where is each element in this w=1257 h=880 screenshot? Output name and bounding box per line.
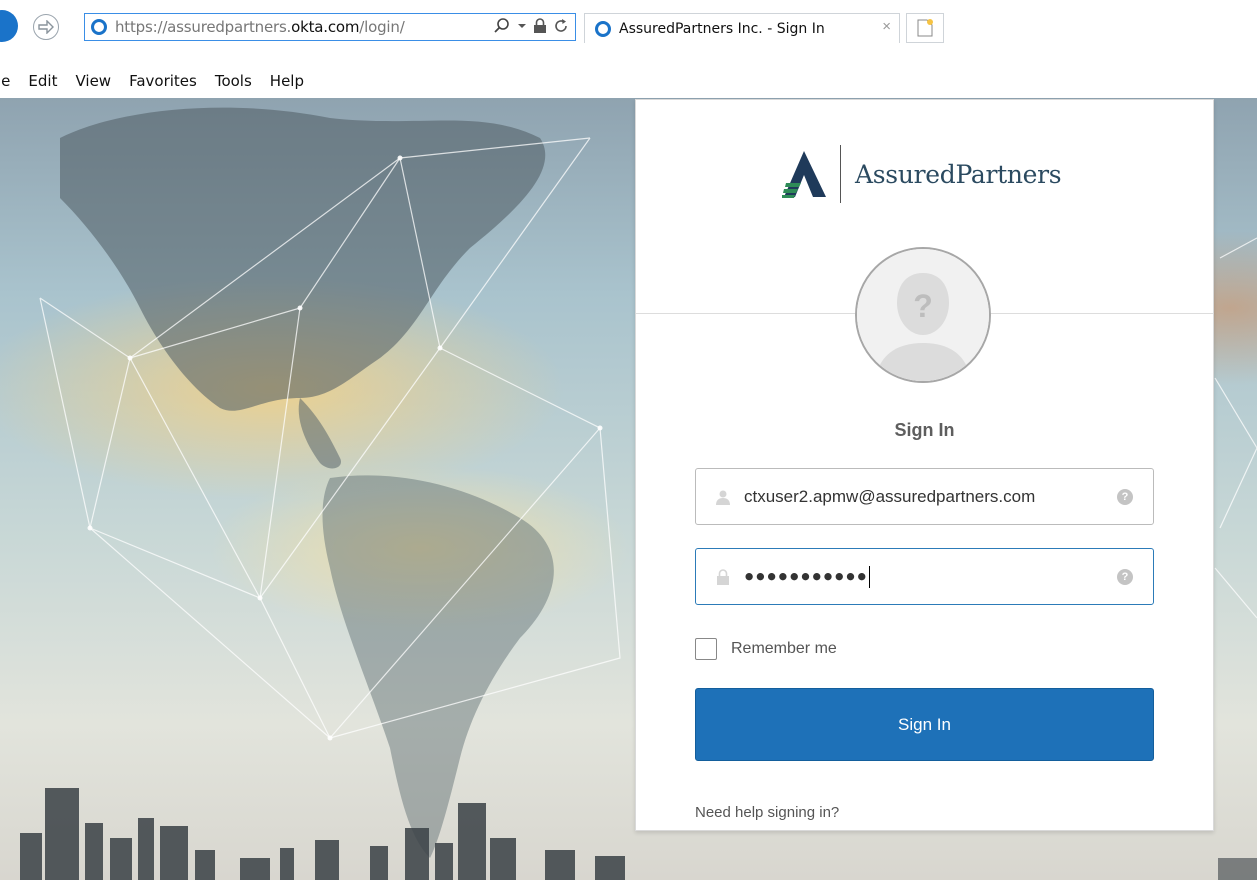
menu-help[interactable]: Help	[270, 72, 304, 90]
username-value: ctxuser2.apmw@assuredpartners.com	[744, 486, 1036, 506]
assuredpartners-logo: AssuredPartners	[782, 145, 1062, 203]
menu-bar: le Edit View Favorites Tools Help	[0, 64, 1257, 98]
browser-chrome: https://assuredpartners.okta.com/login/ …	[0, 0, 1257, 62]
menu-view[interactable]: View	[75, 72, 111, 90]
avatar-question-mark: ?	[913, 288, 933, 324]
remember-me[interactable]: Remember me	[695, 638, 837, 660]
menu-favorites[interactable]: Favorites	[129, 72, 197, 90]
forward-arrow-icon	[38, 20, 54, 34]
back-button[interactable]	[0, 10, 18, 42]
remember-me-checkbox[interactable]	[695, 638, 717, 660]
password-field[interactable]: ●●●●●●●●●●● ?	[695, 548, 1154, 605]
username-help-icon[interactable]: ?	[1117, 489, 1133, 505]
new-tab-button[interactable]	[906, 13, 944, 43]
url-text: https://assuredpartners.okta.com/login/	[115, 18, 405, 36]
password-value: ●●●●●●●●●●●	[744, 565, 870, 588]
tab-active[interactable]: AssuredPartners Inc. - Sign In ×	[584, 13, 900, 43]
sign-in-card: AssuredPartners ? Sign In ctxuser2.apmw@…	[635, 99, 1214, 831]
user-avatar: ?	[855, 247, 991, 383]
lock-icon[interactable]	[533, 18, 547, 34]
assuredpartners-logo-mark	[782, 151, 826, 198]
dropdown-icon[interactable]	[517, 21, 527, 31]
okta-favicon	[595, 20, 611, 37]
close-tab-icon[interactable]: ×	[882, 18, 891, 35]
lock-icon	[717, 568, 729, 585]
logo-text: AssuredPartners	[855, 159, 1062, 189]
text-caret	[868, 565, 870, 588]
remember-me-label[interactable]: Remember me	[731, 640, 837, 658]
address-bar[interactable]: https://assuredpartners.okta.com/login/	[84, 13, 576, 41]
menu-file[interactable]: le	[0, 72, 10, 90]
password-help-icon[interactable]: ?	[1117, 569, 1133, 585]
forward-button[interactable]	[33, 14, 59, 40]
new-tab-icon	[917, 19, 933, 37]
user-icon	[716, 490, 730, 505]
sign-in-button[interactable]: Sign In	[695, 688, 1154, 761]
menu-edit[interactable]: Edit	[28, 72, 57, 90]
unknown-user-icon: ?	[857, 249, 989, 381]
help-signing-in-link[interactable]: Need help signing in?	[695, 804, 839, 821]
refresh-icon[interactable]	[553, 18, 569, 34]
username-field[interactable]: ctxuser2.apmw@assuredpartners.com ?	[695, 468, 1154, 525]
menu-tools[interactable]: Tools	[215, 72, 252, 90]
search-icon[interactable]	[493, 17, 511, 35]
okta-favicon	[91, 19, 107, 35]
sign-in-title: Sign In	[894, 420, 955, 440]
tab-title: AssuredPartners Inc. - Sign In	[619, 20, 825, 37]
logo-divider	[840, 145, 841, 203]
